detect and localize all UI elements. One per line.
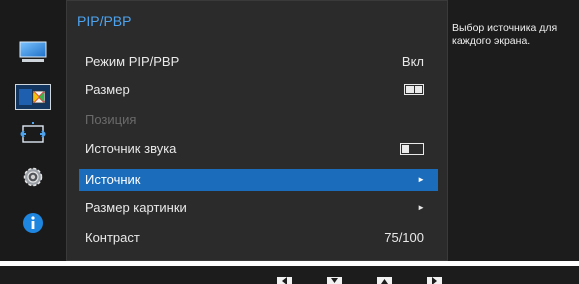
menu-item-value: 75/100: [384, 230, 424, 245]
menu-item-pip-pbp-mode[interactable]: Режим PIP/PBP Вкл: [79, 51, 438, 73]
split-screen-icon: [404, 84, 424, 95]
picture-icon[interactable]: [19, 41, 47, 63]
menu-title: PIP/PBP: [77, 13, 132, 29]
pip-pbp-menu: PIP/PBP Режим PIP/PBP Вкл Размер Позиция…: [66, 0, 448, 261]
category-sidebar: [0, 0, 66, 261]
pip-pbp-icon[interactable]: [15, 84, 51, 110]
arrow-right-icon: ►: [417, 175, 425, 184]
menu-item-label: Размер: [85, 82, 130, 97]
menu-item-label: Контраст: [85, 230, 140, 245]
menu-item-label: Источник: [85, 172, 141, 187]
menu-item-contrast[interactable]: Контраст 75/100: [79, 227, 438, 249]
menu-item-label: Режим PIP/PBP: [85, 54, 180, 69]
menu-item-picture-size[interactable]: Размер картинки ►: [79, 197, 438, 219]
button-guide-bar: [0, 266, 579, 284]
menu-item-value: Вкл: [401, 54, 424, 69]
menu-item-source[interactable]: Источник ►: [79, 169, 438, 191]
menu-item-sound-source[interactable]: Источник звука: [79, 138, 438, 160]
arrow-right-icon: ►: [417, 203, 425, 212]
menu-item-label: Источник звука: [85, 141, 177, 156]
menu-item-position: Позиция: [79, 109, 438, 131]
down-button-icon[interactable]: [327, 277, 342, 284]
osd-window: PIP/PBP Режим PIP/PBP Вкл Размер Позиция…: [0, 0, 579, 261]
information-icon[interactable]: [19, 212, 47, 234]
sound-source-icon: [400, 143, 424, 155]
menu-item-label: Позиция: [85, 112, 137, 127]
menu-item-size[interactable]: Размер: [79, 79, 438, 101]
settings-icon[interactable]: [19, 166, 47, 188]
menu-item-label: Размер картинки: [85, 200, 187, 215]
up-button-icon[interactable]: [377, 277, 392, 284]
onscreen-display-icon[interactable]: [19, 122, 47, 145]
left-button-icon[interactable]: [277, 277, 292, 284]
help-text: Выбор источника для каждого экрана.: [452, 22, 558, 47]
right-button-icon[interactable]: [427, 277, 442, 284]
